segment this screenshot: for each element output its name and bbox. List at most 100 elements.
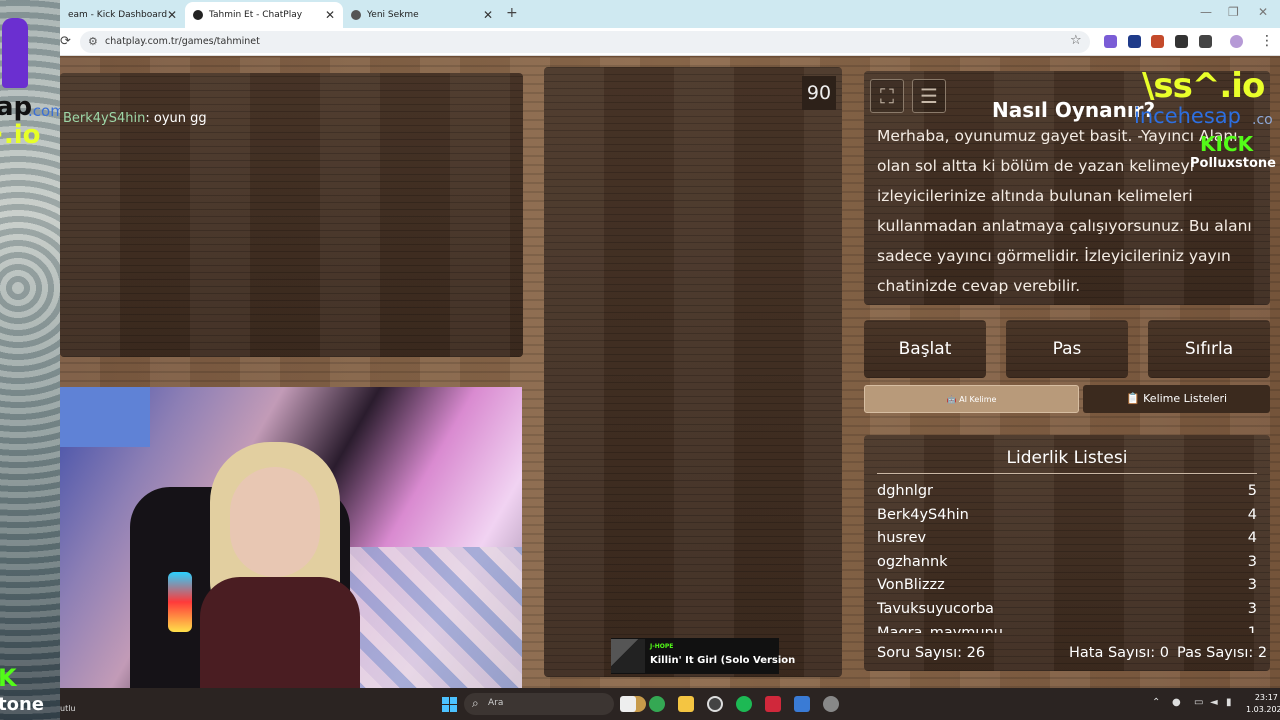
divider bbox=[877, 473, 1257, 474]
player-name: husrev bbox=[877, 530, 927, 547]
error-count: Hata Sayısı: 0 bbox=[1069, 645, 1169, 661]
how-to-play-title: Nasıl Oynanır? bbox=[992, 98, 1156, 122]
chatplay-favicon-icon bbox=[193, 10, 203, 20]
album-cover bbox=[611, 639, 645, 673]
close-icon[interactable]: ✕ bbox=[325, 8, 335, 22]
tab-label: eam - Kick Dashboard bbox=[68, 10, 168, 20]
leaderboard-panel: Liderlik Listesi dghnlgr 5 Berk4yS4hin 4 h… bbox=[864, 435, 1270, 671]
player-score: 3 bbox=[1247, 553, 1257, 570]
tab-label: Tahmin Et - ChatPlay bbox=[209, 10, 303, 20]
reload-icon[interactable]: ⟳ bbox=[60, 34, 71, 49]
extension-icon[interactable] bbox=[1128, 35, 1141, 48]
chat-text: : oyun gg bbox=[145, 111, 207, 126]
leaderboard-list[interactable]: dghnlgr 5 Berk4yS4hin 4 husrev 4 ogzhannk 3 … bbox=[877, 483, 1257, 633]
new-tab-button[interactable]: + bbox=[506, 5, 518, 21]
microphone-icon[interactable]: ● bbox=[1172, 697, 1181, 708]
leaderboard-row: Magra_maymunu 1 bbox=[877, 625, 1257, 633]
overlay-logo-com: .com bbox=[28, 102, 60, 120]
webcam-background-window bbox=[60, 387, 150, 447]
player-score: 3 bbox=[1247, 577, 1257, 594]
volume-icon[interactable]: ◄ bbox=[1210, 697, 1218, 708]
file-explorer-icon[interactable] bbox=[678, 696, 694, 712]
player-name: Magra_maymunu bbox=[877, 624, 1003, 633]
now-playing-widget: J-HOPE Killin' It Girl (Solo Version bbox=[611, 638, 795, 674]
app-icon[interactable] bbox=[794, 696, 810, 712]
extension-icon[interactable] bbox=[1175, 35, 1188, 48]
taskbar-weather-text: utlu bbox=[60, 704, 76, 713]
site-info-icon[interactable]: ⚙ bbox=[88, 35, 98, 48]
tab-word-lists[interactable]: 📋 Kelime Listeleri bbox=[1083, 385, 1270, 413]
overlay-hand-icon bbox=[2, 18, 28, 88]
rules-button[interactable]: ☰ bbox=[912, 79, 946, 113]
player-name: Berk4yS4hin bbox=[877, 506, 969, 523]
browser-toolbar: ⟳ ⚙ chatplay.com.tr/games/tahminet ☆ ⋮ bbox=[60, 28, 1280, 56]
tab-label: Yeni Sekme bbox=[367, 10, 419, 20]
leaderboard-title: Liderlik Listesi bbox=[1006, 448, 1128, 468]
player-name: dghnlgr bbox=[877, 483, 933, 499]
chat-message: Berk4yS4hin: oyun gg bbox=[63, 111, 207, 126]
tray-chevron-icon[interactable]: ⌃ bbox=[1152, 697, 1160, 708]
browser-tab-bar: eam - Kick Dashboard ✕ Tahmin Et - ChatP… bbox=[60, 0, 1280, 28]
reset-button[interactable]: Sıfırla bbox=[1148, 320, 1270, 378]
leaderboard-row: husrev 4 bbox=[877, 530, 1257, 554]
webcam-lamp bbox=[168, 572, 192, 632]
clock-date: 1.03.2026 bbox=[1246, 705, 1280, 714]
clock[interactable]: 23:17 1.03.2026 bbox=[1246, 692, 1280, 716]
minimize-button[interactable]: — bbox=[1200, 5, 1212, 19]
overlay-name-fragment: tone bbox=[0, 694, 44, 715]
browser-menu-icon[interactable]: ⋮ bbox=[1260, 33, 1274, 49]
obs-icon[interactable] bbox=[707, 696, 723, 712]
streamer-word-area bbox=[544, 67, 842, 677]
overlay-kick-logo: K bbox=[0, 664, 17, 692]
profile-avatar[interactable] bbox=[1230, 35, 1243, 48]
tab-tahmin-et[interactable]: Tahmin Et - ChatPlay ✕ bbox=[185, 2, 343, 28]
tab-kick-dashboard[interactable]: eam - Kick Dashboard ✕ bbox=[60, 2, 185, 28]
player-score: 3 bbox=[1247, 600, 1257, 617]
url-text: chatplay.com.tr/games/tahminet bbox=[105, 36, 260, 47]
webcam-overlay bbox=[60, 387, 522, 697]
now-playing-song: Killin' It Girl (Solo Version bbox=[650, 655, 796, 666]
pass-count: Pas Sayısı: 2 bbox=[1177, 645, 1268, 661]
tab-ai-word[interactable]: 🤖 AI Kelime bbox=[864, 385, 1079, 413]
overlay-logo-co: .co bbox=[1252, 112, 1273, 128]
extensions-puzzle-icon[interactable] bbox=[1199, 35, 1212, 48]
close-window-button[interactable]: ✕ bbox=[1258, 5, 1268, 19]
chrome-icon[interactable] bbox=[649, 696, 665, 712]
overlay-streamer-name: Polluxstone bbox=[1190, 156, 1276, 171]
chat-username: Berk4yS4hin bbox=[63, 111, 146, 126]
task-view-icon[interactable] bbox=[620, 696, 636, 712]
document-icon: ☰ bbox=[920, 84, 938, 108]
bookmark-star-icon[interactable]: ☆ bbox=[1070, 33, 1082, 48]
start-button[interactable]: Başlat bbox=[864, 320, 986, 378]
chat-panel: Berk4yS4hin: oyun gg bbox=[60, 73, 523, 357]
extension-icon[interactable] bbox=[1151, 35, 1164, 48]
player-name: ogzhannk bbox=[877, 553, 948, 570]
fullscreen-button[interactable]: ⛶ bbox=[870, 79, 904, 113]
chrome-favicon-icon bbox=[351, 10, 361, 20]
pass-button[interactable]: Pas bbox=[1006, 320, 1128, 378]
close-icon[interactable]: ✕ bbox=[483, 8, 493, 22]
spotify-icon[interactable] bbox=[736, 696, 752, 712]
taskbar-search[interactable]: ⌕ Ara bbox=[464, 693, 614, 715]
leaderboard-row: ogzhannk 3 bbox=[877, 554, 1257, 578]
player-score: 5 bbox=[1247, 483, 1257, 499]
extension-icon[interactable] bbox=[1104, 35, 1117, 48]
app-icon[interactable] bbox=[765, 696, 781, 712]
network-icon[interactable]: ▭ bbox=[1194, 697, 1203, 708]
overlay-logo-incehesap: incehesap bbox=[1134, 104, 1241, 128]
webcam-person-body bbox=[200, 577, 360, 697]
question-count: Soru Sayısı: 26 bbox=[877, 645, 986, 661]
battery-icon[interactable]: ▮ bbox=[1226, 697, 1232, 708]
tab-new-tab[interactable]: Yeni Sekme ✕ bbox=[343, 2, 501, 28]
countdown-timer: 90 bbox=[802, 76, 836, 110]
address-bar[interactable]: ⚙ chatplay.com.tr/games/tahminet bbox=[80, 31, 1090, 53]
close-icon[interactable]: ✕ bbox=[167, 8, 177, 22]
overlay-logo-io-right: \ss^.io bbox=[1142, 66, 1265, 106]
overlay-logo-io: ·.io bbox=[0, 120, 41, 150]
webcam-person-face bbox=[230, 467, 320, 577]
fullscreen-icon: ⛶ bbox=[880, 84, 894, 108]
windows-start-icon[interactable] bbox=[442, 697, 457, 712]
maximize-button[interactable]: ❐ bbox=[1228, 5, 1239, 19]
settings-icon[interactable] bbox=[823, 696, 839, 712]
now-playing-artist: J-HOPE bbox=[650, 643, 674, 650]
